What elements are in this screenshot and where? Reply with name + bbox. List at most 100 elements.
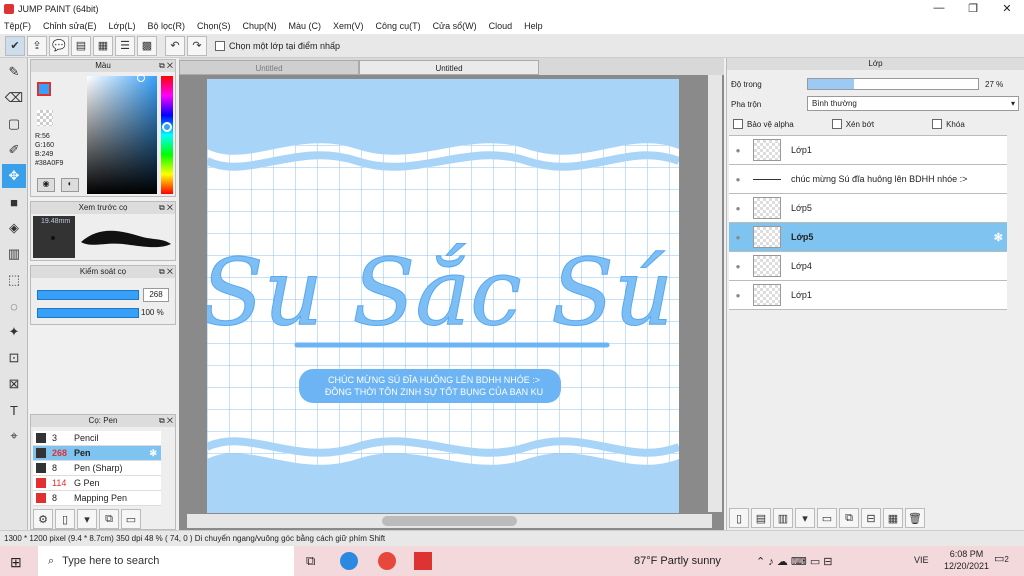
- magic-wand-icon[interactable]: ✦: [2, 320, 26, 344]
- menu-view[interactable]: Xem(V): [333, 21, 364, 31]
- hue-handle[interactable]: [162, 122, 172, 132]
- layer-options-icon[interactable]: ▾: [795, 508, 815, 528]
- visibility-icon[interactable]: ●: [729, 233, 747, 242]
- panel-buttons[interactable]: ⧉ ✕: [159, 60, 173, 72]
- color-picker-handle[interactable]: [137, 74, 145, 82]
- menu-help[interactable]: Help: [524, 21, 543, 31]
- pen-tool-icon[interactable]: ✐: [2, 138, 26, 162]
- menu-capture[interactable]: Chụp(N): [243, 21, 277, 31]
- clip-checkbox[interactable]: [831, 119, 842, 129]
- close-button[interactable]: ✕: [990, 2, 1024, 15]
- menu-color[interactable]: Màu (C): [289, 21, 322, 31]
- menu-filter[interactable]: Bộ lọc(R): [147, 21, 185, 31]
- brush-size-slider[interactable]: [37, 290, 139, 300]
- minimize-button[interactable]: —: [922, 2, 956, 15]
- brush-item-pencil[interactable]: 3 Pencil: [33, 431, 161, 446]
- color-wheel-icon[interactable]: ◉: [37, 178, 55, 192]
- tab-untitled-1[interactable]: Untitled: [179, 60, 359, 75]
- text-tool-icon[interactable]: T: [2, 398, 26, 422]
- new-brush-icon[interactable]: ▯: [55, 509, 75, 529]
- brush-item-pen[interactable]: 268 Pen ✻: [33, 446, 161, 461]
- color-picker-icon[interactable]: ◐: [61, 178, 79, 192]
- layer-row[interactable]: ● chúc mừng Sú đĩa huông lên BDHH nhóe :>: [729, 165, 1007, 194]
- menu-select[interactable]: Chọn(S): [197, 21, 231, 31]
- layer-opacity-slider[interactable]: [807, 78, 979, 90]
- menu-edit[interactable]: Chỉnh sửa(E): [43, 21, 97, 31]
- brush-opacity-slider[interactable]: [37, 308, 139, 318]
- tray-icons[interactable]: ⌃ ♪ ☁ ⌨ ▭ ⊟: [756, 555, 832, 568]
- visibility-icon[interactable]: ●: [729, 204, 747, 213]
- merge-layer-icon[interactable]: ⊟: [861, 508, 881, 528]
- brush-item-g-pen[interactable]: 114 G Pen: [33, 476, 161, 491]
- horizontal-scroll-thumb[interactable]: [382, 516, 517, 526]
- brush-size-value[interactable]: 268: [143, 288, 169, 302]
- menu-window[interactable]: Cửa sổ(W): [433, 21, 477, 31]
- gradient-tool-icon[interactable]: ▥: [2, 242, 26, 266]
- gear-icon[interactable]: ✻: [149, 448, 157, 459]
- brush-tool-icon[interactable]: ✎: [2, 60, 26, 84]
- layer-row[interactable]: ● Lớp5: [729, 194, 1007, 223]
- export-icon[interactable]: ⇪: [27, 35, 47, 56]
- select-eraser-icon[interactable]: ⊠: [2, 372, 26, 396]
- visibility-icon[interactable]: ●: [729, 291, 747, 300]
- layer-row[interactable]: ● Lớp1: [729, 136, 1007, 165]
- gear-icon[interactable]: ✻: [994, 231, 1003, 244]
- brush-item-mapping-pen[interactable]: 8 Mapping Pen: [33, 491, 161, 506]
- grid-settings-icon[interactable]: ▩: [137, 35, 157, 56]
- blend-mode-select[interactable]: Bình thường ▾: [807, 96, 1019, 111]
- taskbar-search[interactable]: ⌕ Type here to search: [38, 546, 294, 576]
- undo-icon[interactable]: ↶: [165, 35, 185, 56]
- brush-item-pen-sharp[interactable]: 8 Pen (Sharp): [33, 461, 161, 476]
- chrome-icon[interactable]: [378, 552, 396, 570]
- layer-row[interactable]: ● Lớp5 ✻: [729, 223, 1007, 252]
- redo-icon[interactable]: ↷: [187, 35, 207, 56]
- select-layer-checkbox[interactable]: [215, 40, 225, 51]
- lasso-tool-icon[interactable]: ◌: [2, 294, 26, 318]
- task-view-icon[interactable]: ⧉: [306, 553, 315, 569]
- menu-file[interactable]: Tệp(F): [4, 21, 31, 31]
- select-tool-icon[interactable]: ⬚: [2, 268, 26, 292]
- lock-checkbox[interactable]: [932, 119, 943, 129]
- vertical-scrollbar[interactable]: [708, 75, 722, 512]
- check-icon[interactable]: ✔: [5, 35, 25, 56]
- layer-row[interactable]: ● Lớp1: [729, 281, 1007, 310]
- notification-icon[interactable]: ▭2: [994, 552, 1009, 565]
- foreground-color-swatch[interactable]: [37, 82, 51, 96]
- tab-untitled-2[interactable]: Untitled: [359, 60, 539, 75]
- edge-icon[interactable]: [340, 552, 358, 570]
- menu-tools[interactable]: Công cụ(T): [376, 21, 421, 31]
- brush-menu-icon[interactable]: ▾: [77, 509, 97, 529]
- visibility-icon[interactable]: ●: [729, 262, 747, 271]
- artwork-canvas[interactable]: Su Sắc Sú CHÚC MỪNG SÚ ĐĨA HUÔNG LÊN BDH…: [207, 79, 679, 513]
- language-indicator[interactable]: VIE: [914, 555, 929, 565]
- fill-rect-tool-icon[interactable]: ■: [2, 190, 26, 214]
- clock[interactable]: 6:08 PM 12/20/2021: [944, 548, 989, 572]
- speech-icon[interactable]: 💬: [49, 35, 69, 56]
- windows-start-icon[interactable]: ⊞: [10, 554, 22, 571]
- visibility-icon[interactable]: ●: [729, 146, 747, 155]
- horizontal-scrollbar[interactable]: [187, 514, 712, 528]
- menu-layer[interactable]: Lớp(L): [109, 21, 136, 31]
- maximize-button[interactable]: ❐: [956, 2, 990, 15]
- clear-layer-icon[interactable]: ▦: [883, 508, 903, 528]
- duplicate-layer-icon[interactable]: ⧉: [839, 508, 859, 528]
- eyedropper-tool-icon[interactable]: ⌖: [2, 424, 26, 448]
- hue-slider[interactable]: [161, 76, 173, 194]
- new-layer-1bit-icon[interactable]: ▥: [773, 508, 793, 528]
- weather-text[interactable]: 87°F Partly sunny: [634, 555, 721, 567]
- jump-paint-icon[interactable]: [414, 552, 432, 570]
- comment-icon[interactable]: ▤: [71, 35, 91, 56]
- transparent-color-icon[interactable]: [37, 110, 53, 126]
- menu-cloud[interactable]: Cloud: [489, 21, 513, 31]
- new-layer-8bit-icon[interactable]: ▤: [751, 508, 771, 528]
- rect-tool-icon[interactable]: ▢: [2, 112, 26, 136]
- page-settings-icon[interactable]: ☰: [115, 35, 135, 56]
- bucket-tool-icon[interactable]: ◈: [2, 216, 26, 240]
- color-saturation-box[interactable]: [87, 74, 157, 194]
- visibility-icon[interactable]: ●: [729, 175, 747, 184]
- alpha-lock-checkbox[interactable]: [733, 119, 743, 129]
- move-tool-icon[interactable]: ✥: [2, 164, 26, 188]
- select-pen-icon[interactable]: ⊡: [2, 346, 26, 370]
- brush-copy-icon[interactable]: ⧉: [99, 509, 119, 529]
- page-icon[interactable]: ▦: [93, 35, 113, 56]
